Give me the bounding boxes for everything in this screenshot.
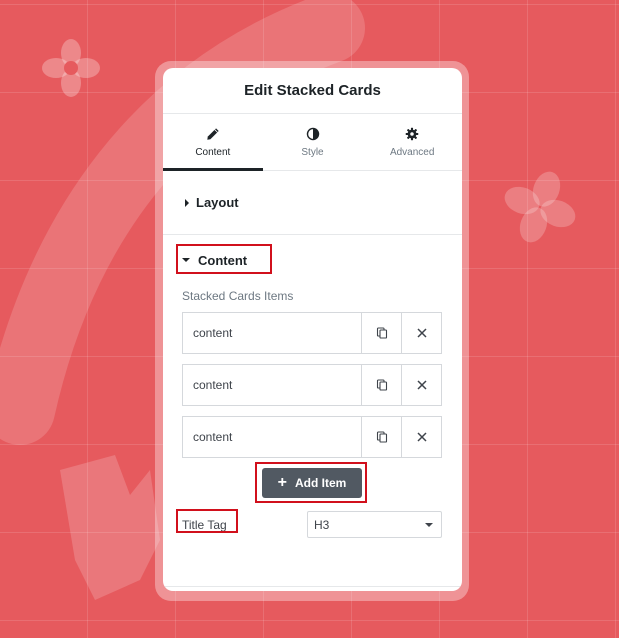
close-icon: [416, 328, 427, 338]
leaf-shape-bottom: [60, 455, 160, 600]
section-layout-title: Layout: [196, 195, 239, 210]
remove-button[interactable]: [401, 313, 441, 353]
gear-icon: [405, 127, 419, 140]
panel-title: Edit Stacked Cards: [244, 82, 381, 99]
chevron-down-icon: [425, 522, 433, 527]
add-item-button[interactable]: + Add Item: [262, 468, 362, 498]
close-icon: [416, 432, 427, 442]
section-content-body: Content Stacked Cards Items content cont…: [163, 235, 462, 538]
contrast-icon: [306, 127, 319, 140]
repeater-item-title[interactable]: content: [183, 365, 361, 405]
title-tag-label: Title Tag: [182, 517, 227, 532]
section-layout-header[interactable]: Layout: [185, 195, 239, 210]
editor-panel: Edit Stacked Cards Content Style Advance…: [163, 68, 462, 591]
tab-advanced-label: Advanced: [389, 146, 435, 158]
tab-style[interactable]: Style: [263, 114, 363, 170]
close-icon: [416, 380, 427, 390]
caret-right-icon: [185, 198, 189, 207]
add-item-wrapper: + Add Item: [182, 462, 442, 503]
add-item-label: Add Item: [295, 476, 347, 490]
caret-down-icon: [182, 258, 190, 262]
pencil-icon: [207, 127, 219, 140]
section-layout[interactable]: Layout: [163, 171, 462, 235]
flower-shape-right: [504, 171, 576, 243]
title-tag-value: H3: [314, 517, 330, 532]
section-content-title: Content: [198, 252, 248, 268]
copy-icon: [376, 327, 387, 339]
title-tag-control: Title Tag H3: [176, 509, 442, 538]
repeater-item-title[interactable]: content: [183, 417, 361, 457]
tab-bar: Content Style Advanced: [163, 114, 462, 171]
title-tag-select[interactable]: H3: [307, 511, 442, 538]
duplicate-button[interactable]: [361, 365, 401, 405]
duplicate-button[interactable]: [361, 313, 401, 353]
panel-header: Edit Stacked Cards: [163, 68, 462, 114]
repeater-item: content: [182, 416, 442, 458]
copy-icon: [376, 379, 387, 391]
copy-icon: [376, 431, 387, 443]
repeater-item-title[interactable]: content: [183, 313, 361, 353]
plus-icon: +: [277, 474, 287, 491]
remove-button[interactable]: [401, 365, 441, 405]
panel-bottom-divider: [163, 586, 462, 587]
tab-content-label: Content: [195, 146, 231, 158]
duplicate-button[interactable]: [361, 417, 401, 457]
section-content-header[interactable]: Content: [176, 244, 272, 274]
tab-style-label: Style: [301, 146, 324, 158]
tab-content[interactable]: Content: [163, 114, 263, 171]
repeater-list: content content content: [182, 312, 442, 458]
tab-advanced[interactable]: Advanced: [362, 114, 462, 170]
repeater-item: content: [182, 364, 442, 406]
remove-button[interactable]: [401, 417, 441, 457]
repeater-item: content: [182, 312, 442, 354]
repeater-label: Stacked Cards Items: [182, 289, 294, 303]
